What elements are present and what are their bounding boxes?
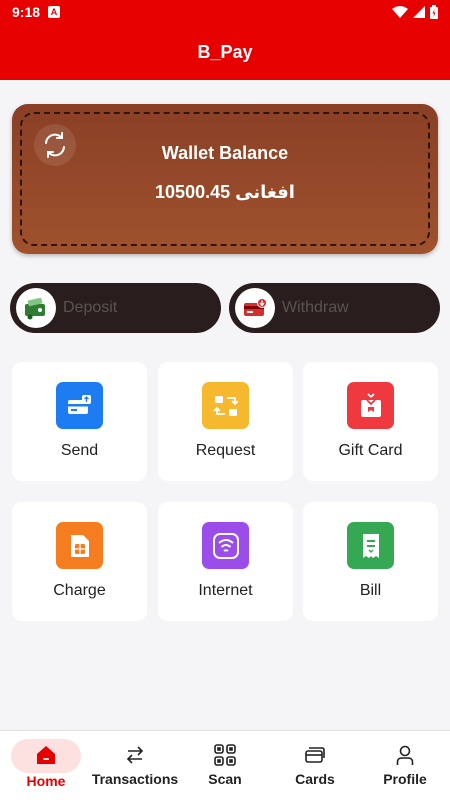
cards-icon: [304, 743, 326, 767]
nav-cards[interactable]: Cards: [280, 731, 350, 800]
status-bar: 9:18 A: [0, 0, 450, 24]
service-bill[interactable]: Bill: [303, 502, 438, 621]
status-indicators: [392, 5, 438, 19]
sim-card-icon: [56, 522, 103, 569]
app-title: B_Pay: [197, 41, 253, 62]
bottom-nav: Home Transactions Scan Cards Profile: [0, 730, 450, 800]
nav-profile[interactable]: Profile: [370, 731, 440, 800]
service-label: Gift Card: [338, 442, 403, 459]
nav-home[interactable]: Home: [11, 731, 81, 800]
user-icon: [395, 743, 415, 767]
battery-icon: [430, 5, 438, 19]
service-internet[interactable]: Internet: [158, 502, 293, 621]
nav-transactions-label: Transactions: [91, 771, 179, 787]
service-label: Bill: [359, 582, 382, 599]
receipt-icon: [347, 522, 394, 569]
withdraw-icon-wrap: [235, 288, 275, 328]
service-label: Internet: [198, 582, 253, 599]
status-time: 9:18: [12, 4, 41, 20]
nav-home-label: Home: [26, 773, 66, 789]
app-bar: B_Pay: [0, 24, 450, 80]
nav-scan[interactable]: Scan: [190, 731, 260, 800]
qr-scan-icon: [213, 743, 237, 767]
service-label: Request: [195, 442, 256, 459]
service-label: Send: [60, 442, 99, 459]
deposit-label: Deposit: [63, 299, 118, 316]
wifi-status-icon: [392, 6, 408, 18]
send-card-icon: [56, 382, 103, 429]
notification-icon: A: [48, 6, 61, 18]
nav-transactions[interactable]: Transactions: [90, 731, 180, 800]
deposit-icon-wrap: [16, 288, 56, 328]
service-send[interactable]: Send: [12, 362, 147, 481]
wallet-balance: 10500.45 افغانی: [155, 182, 295, 202]
wifi-icon: [202, 522, 249, 569]
wallet-cash-icon: [25, 297, 45, 320]
withdraw-label: Withdraw: [282, 299, 349, 316]
service-charge[interactable]: Charge: [12, 502, 147, 621]
card-withdraw-icon: [244, 298, 267, 316]
service-gift-card[interactable]: Gift Card: [303, 362, 438, 481]
withdraw-button[interactable]: Withdraw: [229, 283, 440, 333]
deposit-button[interactable]: Deposit: [10, 283, 221, 333]
gift-icon: [347, 382, 394, 429]
swap-arrows-icon: [124, 743, 146, 767]
service-label: Charge: [53, 582, 106, 599]
nav-profile-label: Profile: [383, 771, 427, 787]
wallet-card: [12, 104, 438, 254]
signal-icon: [413, 6, 425, 18]
nav-cards-label: Cards: [295, 771, 335, 787]
wallet-title: Wallet Balance: [161, 143, 289, 163]
service-request[interactable]: Request: [158, 362, 293, 481]
nav-scan-label: Scan: [208, 771, 242, 787]
request-arrows-icon: [202, 382, 249, 429]
home-icon: [34, 743, 58, 767]
wallet-card-border: [20, 112, 430, 246]
